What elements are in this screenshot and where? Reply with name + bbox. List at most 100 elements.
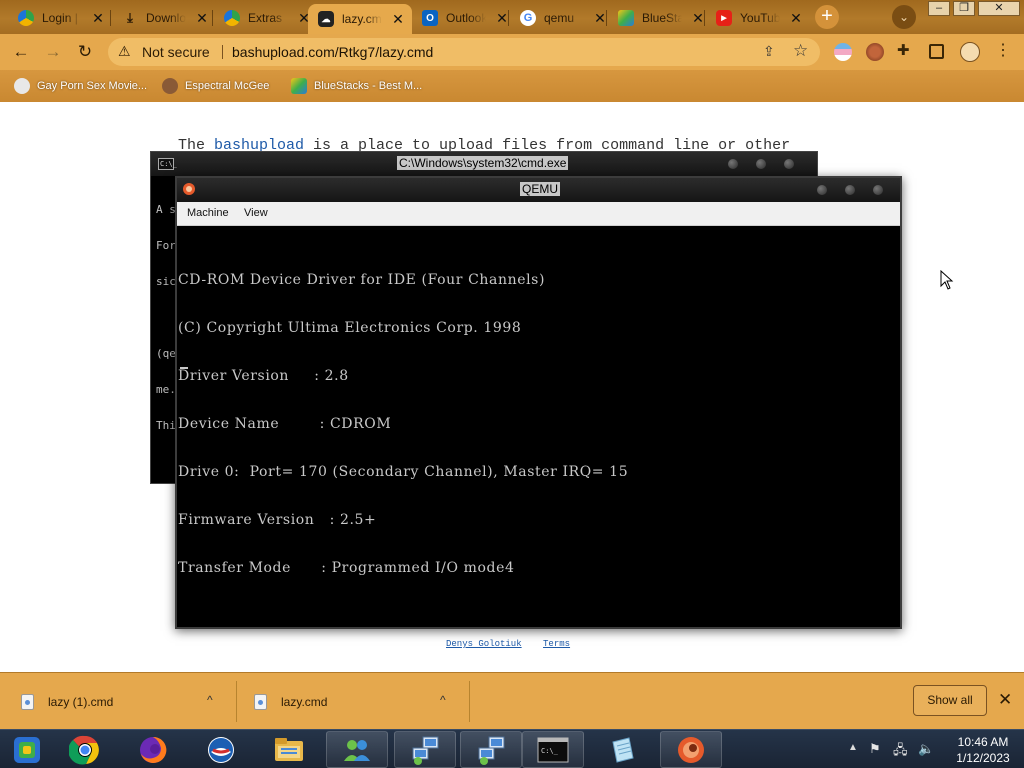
tab-divider — [704, 10, 705, 26]
browser-menu-icon[interactable]: ⋮ — [995, 40, 1011, 59]
back-arrow-icon[interactable]: ← — [10, 41, 32, 63]
restore-window-button[interactable]: ❐ — [953, 1, 975, 16]
tab-extras[interactable]: Extras ✕ — [214, 5, 318, 31]
tab-qemu-search[interactable]: G qemu ✕ — [510, 5, 614, 31]
qemu-console-screen[interactable]: CD-ROM Device Driver for IDE (Four Chann… — [178, 240, 628, 608]
menu-view[interactable]: View — [244, 207, 268, 219]
maximize-dot-icon[interactable] — [845, 185, 855, 195]
console-line: Device Name : CDROM — [178, 416, 392, 432]
qemu-window[interactable]: QEMU Machine View CD-ROM Device Driver f… — [175, 176, 902, 629]
tab-outlook[interactable]: O Outlook ✕ — [412, 5, 516, 31]
tab-login[interactable]: Login | P ✕ — [8, 5, 112, 31]
console-line: Drive 0: Port= 170 (Secondary Channel), … — [178, 464, 629, 480]
tab-title: lazy.cmd — [342, 12, 382, 26]
close-dot-icon[interactable] — [784, 159, 794, 169]
taskbar-firefox[interactable] — [122, 731, 184, 768]
bookmark-favicon-icon — [162, 78, 178, 94]
console-line: Transfer Mode : Programmed I/O mode4 — [178, 560, 515, 576]
extension-flag-icon[interactable] — [834, 43, 852, 61]
bookmark-item[interactable]: Espectral McGee — [162, 78, 269, 94]
tab-lazy-cmd[interactable]: ☁ lazy.cmd ✕ — [308, 4, 412, 34]
tab-close-icon[interactable]: ✕ — [194, 10, 210, 27]
tab-divider — [606, 10, 607, 26]
cmd-title-bar[interactable]: C:\_ C:\Windows\system32\cmd.exe — [151, 152, 817, 176]
extension-avatar-icon[interactable] — [866, 43, 884, 61]
minimize-dot-icon[interactable] — [728, 159, 738, 169]
command-prompt-icon: C:\_ — [158, 158, 177, 170]
network-icon[interactable]: 🖧 — [893, 741, 908, 763]
tab-bluestacks[interactable]: BlueStacks ✕ — [608, 5, 712, 31]
tab-close-icon[interactable]: ✕ — [788, 10, 804, 27]
tab-search-chevron-icon[interactable]: ⌄ — [892, 5, 916, 29]
edge-icon — [224, 10, 240, 26]
console-line: (qe — [156, 347, 176, 360]
download-item[interactable]: lazy.cmd ^ — [254, 673, 464, 730]
forward-arrow-icon[interactable]: → — [42, 41, 64, 63]
clock-date[interactable]: 1/12/2023 — [948, 751, 1018, 765]
people-network-icon — [344, 739, 370, 761]
text-cursor — [180, 367, 188, 369]
download-options-chevron-icon[interactable]: ^ — [207, 693, 213, 707]
bookmark-label: Gay Porn Sex Movie... — [37, 80, 148, 92]
side-panel-icon[interactable] — [929, 44, 944, 59]
show-all-downloads-button[interactable]: Show all — [913, 685, 987, 716]
tab-divider — [212, 10, 213, 26]
clock-time[interactable]: 10:46 AM — [948, 735, 1018, 749]
bookmark-label: Espectral McGee — [185, 80, 270, 92]
new-tab-button[interactable]: + — [815, 5, 839, 29]
tab-divider — [110, 10, 111, 26]
taskbar-people[interactable] — [326, 731, 388, 768]
tab-close-icon[interactable]: ✕ — [90, 10, 106, 27]
console-line: For — [156, 239, 176, 252]
taskbar-bluestacks[interactable] — [0, 731, 58, 768]
network-setup-icon — [478, 736, 505, 765]
minimize-window-button[interactable]: – — [928, 1, 950, 16]
taskbar-command-prompt[interactable]: C:\_ — [522, 731, 584, 768]
taskbar-chrome[interactable] — [54, 731, 116, 768]
security-status-label[interactable]: Not secure — [142, 44, 210, 60]
download-filename: lazy.cmd — [281, 694, 328, 709]
qemu-title-bar[interactable]: QEMU — [177, 178, 900, 202]
taskbar-opera[interactable] — [190, 731, 252, 768]
minimize-dot-icon[interactable] — [817, 185, 827, 195]
author-link[interactable]: Denys Golotiuk — [446, 639, 522, 649]
tab-download[interactable]: ⤓ Download ✕ — [112, 5, 216, 31]
bookmark-star-icon[interactable]: ☆ — [793, 41, 808, 61]
qemu-icon — [678, 736, 704, 763]
download-options-chevron-icon[interactable]: ^ — [440, 693, 446, 707]
address-bar[interactable]: ⚠ Not secure bashupload.com/Rtkg7/lazy.c… — [108, 38, 820, 66]
taskbar-file-explorer[interactable] — [258, 731, 320, 768]
tab-close-icon[interactable]: ✕ — [390, 11, 406, 28]
download-item[interactable]: lazy (1).cmd ^ — [21, 673, 231, 730]
tab-title: Outlook — [446, 11, 486, 25]
taskbar-qemu[interactable] — [660, 731, 722, 768]
volume-icon[interactable]: 🔈 — [918, 741, 934, 757]
close-download-bar-icon[interactable]: ✕ — [998, 690, 1012, 710]
download-icon: ⤓ — [127, 10, 133, 25]
taskbar-notepad[interactable] — [592, 731, 654, 768]
bluestacks-icon — [618, 10, 634, 26]
profile-avatar-icon[interactable] — [960, 42, 980, 62]
tab-youtube[interactable]: ▶ YouTube ✕ — [706, 5, 810, 31]
maximize-dot-icon[interactable] — [756, 159, 766, 169]
bookmark-item[interactable]: Gay Porn Sex Movie... — [14, 78, 147, 94]
url-text[interactable]: bashupload.com/Rtkg7/lazy.cmd — [232, 44, 433, 60]
console-line: CD-ROM Device Driver for IDE (Four Chann… — [178, 272, 546, 288]
command-prompt-icon: C:\_ — [537, 737, 569, 762]
cloud-upload-icon: ☁ — [318, 11, 334, 27]
close-dot-icon[interactable] — [873, 185, 883, 195]
share-icon[interactable]: ⇪ — [763, 43, 775, 60]
show-hidden-icons-icon[interactable]: ▲ — [848, 742, 858, 753]
taskbar-network-setup[interactable] — [394, 731, 456, 768]
action-center-flag-icon[interactable]: ⚑ — [869, 741, 881, 757]
taskbar-network-setup-2[interactable] — [460, 731, 522, 768]
terms-link[interactable]: Terms — [543, 639, 570, 649]
extensions-puzzle-icon[interactable]: ✚ — [897, 41, 915, 59]
bookmark-item[interactable]: BlueStacks - Best M... — [291, 78, 422, 94]
network-setup-icon — [412, 736, 439, 765]
browser-toolbar: ← → ↻ ⚠ Not secure bashupload.com/Rtkg7/… — [0, 34, 1024, 70]
warning-triangle-icon[interactable]: ⚠ — [118, 43, 131, 60]
reload-icon[interactable]: ↻ — [74, 41, 96, 63]
menu-machine[interactable]: Machine — [187, 207, 229, 219]
close-window-button[interactable]: ✕ — [978, 1, 1020, 16]
